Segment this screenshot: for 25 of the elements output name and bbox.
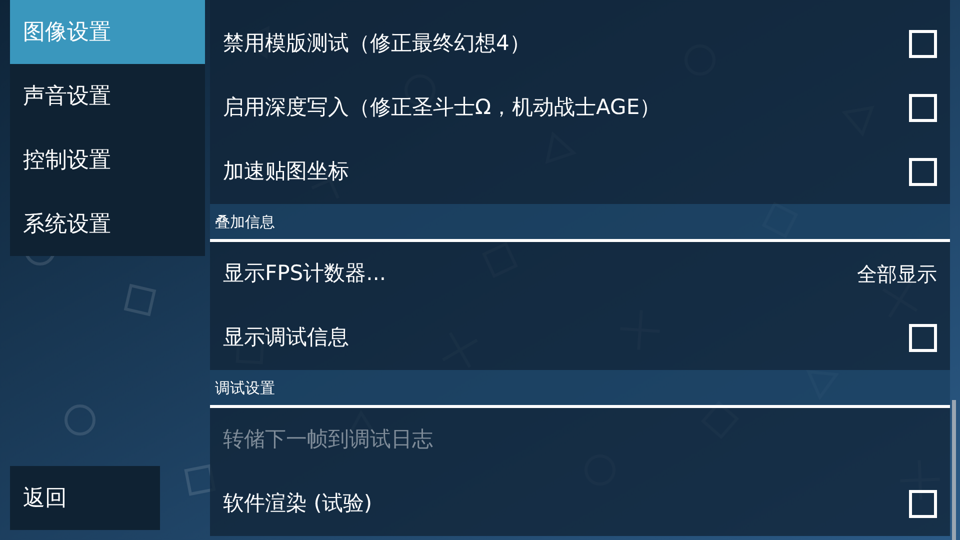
- checkbox[interactable]: [909, 158, 937, 186]
- setting-label: 禁用模版测试（修正最终幻想4）: [223, 30, 530, 58]
- back-button[interactable]: 返回: [10, 466, 160, 530]
- sidebar-tab[interactable]: 系统设置: [10, 192, 205, 256]
- setting-label: 加速贴图坐标: [223, 158, 349, 186]
- section-header: 调试设置: [210, 370, 950, 408]
- sidebar-tab[interactable]: 声音设置: [10, 64, 205, 128]
- settings-row[interactable]: 软件渲染 (试验): [210, 472, 950, 536]
- settings-row[interactable]: 启用深度写入（修正圣斗士Ω，机动战士AGE）: [210, 76, 950, 140]
- setting-label: 软件渲染 (试验): [223, 490, 372, 518]
- setting-label: 显示FPS计数器...: [223, 260, 386, 288]
- checkbox[interactable]: [909, 94, 937, 122]
- setting-label: 启用深度写入（修正圣斗士Ω，机动战士AGE）: [223, 94, 661, 122]
- checkbox[interactable]: [909, 30, 937, 58]
- checkbox[interactable]: [909, 324, 937, 352]
- checkbox[interactable]: [909, 490, 937, 518]
- setting-label: 转储下一帧到调试日志: [223, 426, 433, 454]
- setting-value: 全部显示: [857, 261, 937, 288]
- settings-row[interactable]: 禁用模版测试（修正最终幻想4）: [210, 0, 950, 76]
- section-header: 叠加信息: [210, 204, 950, 242]
- sidebar-tab[interactable]: 控制设置: [10, 128, 205, 192]
- setting-label: 显示调试信息: [223, 324, 349, 352]
- settings-row[interactable]: 显示FPS计数器... 全部显示: [210, 242, 950, 306]
- settings-row[interactable]: 加速贴图坐标: [210, 140, 950, 204]
- settings-row[interactable]: 显示调试信息: [210, 306, 950, 370]
